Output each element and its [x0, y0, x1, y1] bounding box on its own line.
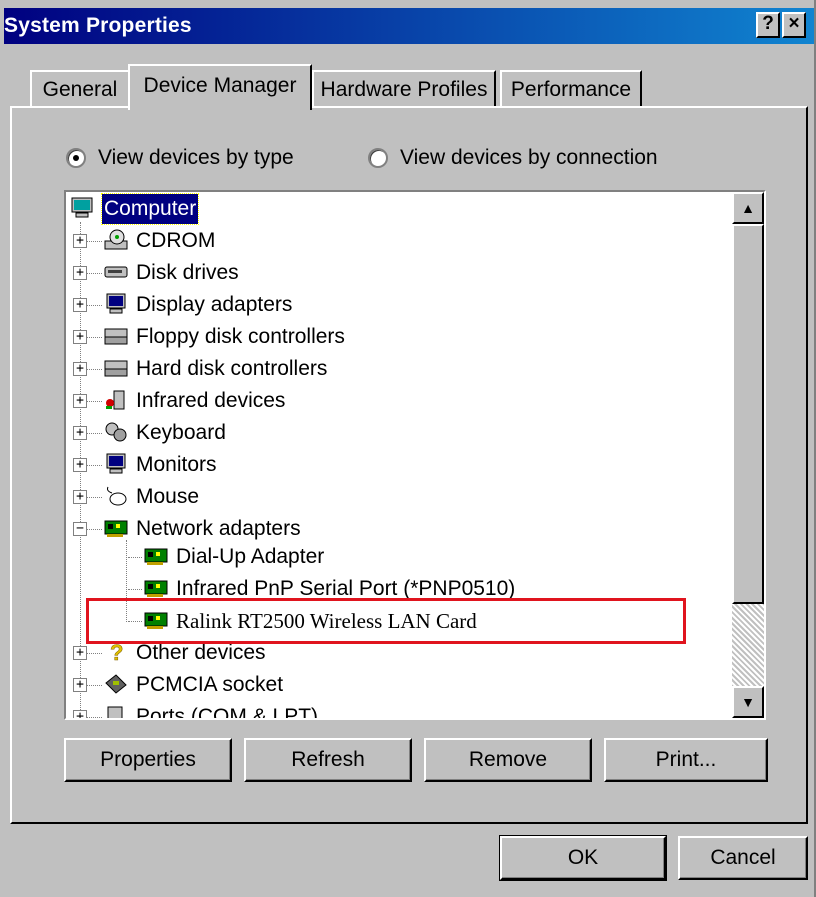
computer-icon: [70, 197, 94, 219]
scroll-down-button[interactable]: ▼: [732, 686, 764, 718]
tree-item-label: Infrared devices: [136, 389, 286, 412]
print-button[interactable]: Print...: [604, 738, 768, 782]
scroll-thumb[interactable]: [732, 224, 764, 604]
tree-item-label: Keyboard: [136, 421, 226, 444]
tree-item-label: PCMCIA socket: [136, 673, 284, 696]
radio-selected-icon: [66, 148, 86, 168]
tree-item-label: CDROM: [136, 229, 216, 252]
expand-icon[interactable]: +: [73, 394, 87, 408]
network-card-icon: [144, 577, 168, 599]
expand-icon[interactable]: +: [73, 458, 87, 472]
expand-icon[interactable]: +: [73, 298, 87, 312]
close-button[interactable]: ×: [782, 12, 806, 38]
network-card-icon: [144, 545, 168, 567]
tree-connector: [128, 557, 142, 558]
expand-icon[interactable]: +: [73, 490, 87, 504]
tree-item-label: Floppy disk controllers: [136, 325, 345, 348]
remove-button[interactable]: Remove: [424, 738, 592, 782]
expand-icon[interactable]: +: [73, 678, 87, 692]
ok-button[interactable]: OK: [499, 835, 667, 881]
tree-connector: [87, 241, 102, 242]
tree-item-label: Display adapters: [136, 293, 293, 316]
tree-vertical-scrollbar[interactable]: ▲ ▼: [732, 192, 764, 718]
hard-disk-controller-icon: [104, 357, 128, 379]
tree-item-label: Infrared PnP Serial Port (*PNP0510): [176, 577, 516, 600]
expand-icon[interactable]: +: [73, 646, 87, 660]
expand-icon[interactable]: +: [73, 330, 87, 344]
pcmcia-icon: [104, 673, 128, 695]
tree-connector: [87, 717, 102, 718]
tree-item-label: Computer: [100, 193, 200, 225]
tree-item-label: Disk drives: [136, 261, 239, 284]
tree-connector: [128, 589, 142, 590]
tree-connector: [87, 529, 102, 530]
question-icon: ?: [104, 640, 128, 666]
tree-connector: [87, 653, 102, 654]
display-adapter-icon: [104, 293, 128, 315]
keyboard-icon: [104, 421, 128, 443]
scroll-up-button[interactable]: ▲: [732, 192, 764, 224]
tree-connector: [87, 465, 102, 466]
tree-connector: [87, 401, 102, 402]
expand-icon[interactable]: +: [73, 710, 87, 718]
cancel-button[interactable]: Cancel: [678, 836, 808, 880]
expand-icon[interactable]: +: [73, 266, 87, 280]
tree-item-label: Hard disk controllers: [136, 357, 328, 380]
refresh-button[interactable]: Refresh: [244, 738, 412, 782]
tree-item-label: Network adapters: [136, 517, 301, 540]
tree-item-label: Other devices: [136, 641, 266, 664]
tree-connector: [87, 369, 102, 370]
infrared-icon: [104, 389, 128, 411]
mouse-icon: [104, 485, 128, 507]
tree-item-label: Dial-Up Adapter: [176, 545, 325, 568]
tree-item-label: Monitors: [136, 453, 217, 476]
help-button[interactable]: ?: [756, 12, 780, 38]
tree-item-label: Mouse: [136, 485, 200, 508]
svg-text:?: ?: [110, 641, 123, 663]
cdrom-icon: [104, 229, 128, 251]
radio-unselected-icon: [368, 148, 388, 168]
tree-connector: [87, 497, 102, 498]
tree-item-label: Ralink RT2500 Wireless LAN Card: [176, 609, 477, 633]
tab-general[interactable]: General: [30, 70, 130, 108]
properties-button[interactable]: Properties: [64, 738, 232, 782]
radio-view-by-type-label: View devices by type: [98, 146, 294, 169]
expand-icon[interactable]: +: [73, 234, 87, 248]
tree-connector: [87, 433, 102, 434]
collapse-icon[interactable]: −: [73, 522, 87, 536]
network-card-icon: [144, 609, 168, 631]
tab-hardware-profiles[interactable]: Hardware Profiles: [312, 70, 496, 108]
tree-connector: [87, 685, 102, 686]
floppy-controller-icon: [104, 325, 128, 347]
title-bar[interactable]: System Properties ? ×: [4, 8, 814, 44]
monitor-icon: [104, 453, 128, 475]
network-adapter-icon: [104, 517, 128, 539]
port-icon: [104, 705, 128, 718]
device-tree[interactable]: Computer + CDROM + Disk drives + Display adap…: [64, 190, 766, 720]
tree-connector: [87, 273, 102, 274]
tab-performance[interactable]: Performance: [500, 70, 642, 108]
tree-connector: [87, 305, 102, 306]
expand-icon[interactable]: +: [73, 362, 87, 376]
expand-icon[interactable]: +: [73, 426, 87, 440]
tree-connector: [128, 621, 142, 622]
system-properties-window: System Properties ? × General Device Man…: [0, 0, 816, 897]
window-title: System Properties: [4, 14, 192, 37]
radio-view-by-connection-label: View devices by connection: [400, 146, 658, 169]
tab-device-manager[interactable]: Device Manager: [128, 64, 312, 110]
disk-drive-icon: [104, 261, 128, 283]
tree-connector-network: [126, 540, 127, 622]
tree-connector: [87, 337, 102, 338]
tree-item-label: Ports (COM & LPT): [136, 705, 319, 718]
